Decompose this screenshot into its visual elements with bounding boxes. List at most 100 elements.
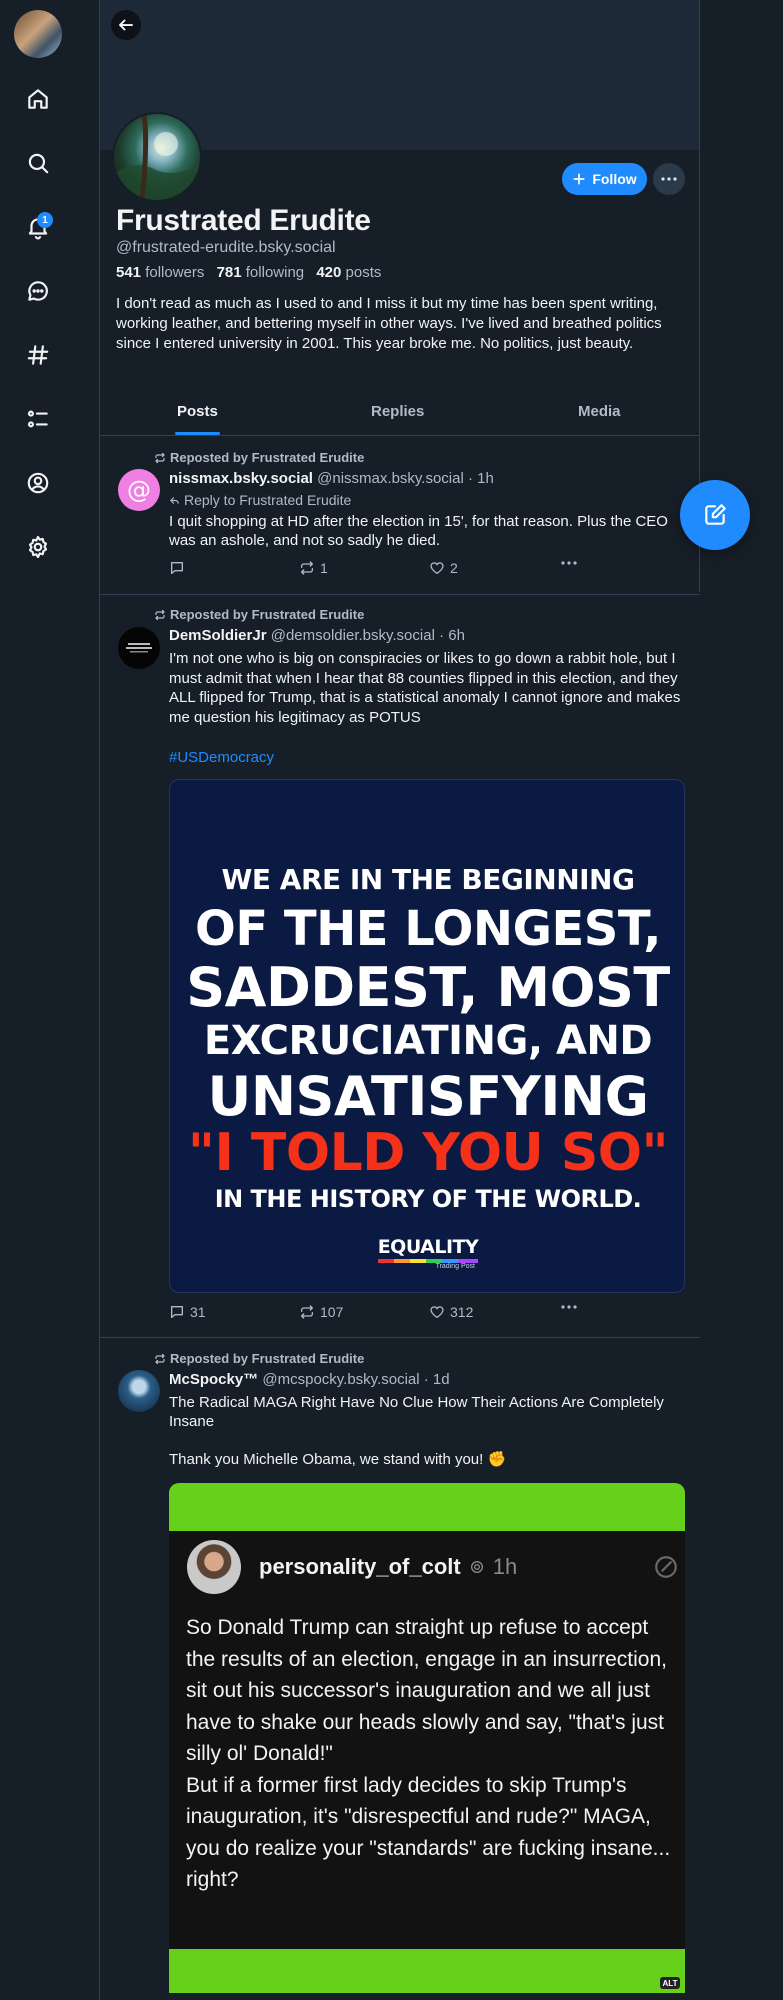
tab-posts[interactable]: Posts bbox=[177, 403, 218, 420]
threads-logo-icon bbox=[655, 1556, 677, 1578]
follow-label: Follow bbox=[592, 171, 637, 187]
comment-icon bbox=[171, 562, 183, 574]
posts-label: posts bbox=[345, 264, 382, 281]
repost-indicator[interactable]: Reposted by Frustrated Erudite bbox=[154, 607, 364, 622]
notification-badge: 1 bbox=[37, 212, 53, 228]
home-icon[interactable] bbox=[22, 83, 54, 115]
image-text-line: "I TOLD YOU SO" bbox=[187, 1123, 669, 1183]
post-author[interactable]: nissmax.bsky.social @nissmax.bsky.social… bbox=[169, 470, 494, 487]
embedded-time: 1h bbox=[492, 1554, 518, 1579]
repost-icon bbox=[155, 1353, 165, 1364]
compose-button[interactable] bbox=[680, 480, 750, 550]
search-icon[interactable] bbox=[22, 147, 54, 179]
ellipsis-icon bbox=[661, 177, 677, 181]
image-text-line: OF THE LONGEST, bbox=[195, 901, 661, 957]
reply-count: 31 bbox=[190, 1304, 206, 1320]
profile-handle: @frustrated-erudite.bsky.social bbox=[116, 239, 336, 256]
comment-icon bbox=[171, 1306, 183, 1318]
post-text: I'm not one who is big on conspiracies o… bbox=[169, 650, 681, 726]
back-button[interactable] bbox=[111, 10, 141, 40]
profile-display-name: Frustrated Erudite bbox=[116, 204, 371, 237]
profile-more-button[interactable] bbox=[653, 163, 685, 195]
my-avatar[interactable] bbox=[14, 10, 62, 58]
like-button[interactable]: 312 bbox=[429, 1304, 473, 1320]
post-text: The Radical MAGA Right Have No Clue How … bbox=[169, 1394, 664, 1468]
svg-text:@: @ bbox=[127, 476, 151, 504]
author-handle[interactable]: @mcspocky.bsky.social bbox=[262, 1371, 419, 1388]
posts-count: 420 bbox=[316, 264, 342, 281]
image-text-line: IN THE HISTORY OF THE WORLD. bbox=[214, 1185, 642, 1213]
heart-icon bbox=[430, 562, 444, 574]
repost-label: Reposted by Frustrated Erudite bbox=[170, 1351, 365, 1366]
post-image[interactable]: WE ARE IN THE BEGINNING OF THE LONGEST, … bbox=[169, 779, 685, 1293]
repost-label: Reposted by Frustrated Erudite bbox=[170, 607, 365, 622]
settings-icon[interactable] bbox=[22, 531, 54, 563]
followers-label[interactable]: followers bbox=[145, 264, 204, 281]
like-button[interactable]: 2 bbox=[429, 560, 458, 576]
tab-media[interactable]: Media bbox=[578, 403, 621, 420]
repost-indicator[interactable]: Reposted by Frustrated Erudite bbox=[154, 1351, 364, 1366]
chat-icon[interactable] bbox=[22, 275, 54, 307]
profile-tabs: Posts Replies Media bbox=[100, 394, 699, 436]
reply-arrow-icon bbox=[170, 496, 179, 504]
author-handle[interactable]: @nissmax.bsky.social bbox=[317, 470, 464, 487]
plus-icon bbox=[573, 173, 585, 185]
logo-text: EQUALITY bbox=[377, 1236, 479, 1258]
hashtag-icon[interactable] bbox=[22, 339, 54, 371]
at-sign-icon: @ bbox=[127, 476, 151, 504]
post-avatar[interactable] bbox=[118, 627, 160, 669]
post-time[interactable]: · 1h bbox=[468, 470, 494, 487]
hashtag-link[interactable]: #USDemocracy bbox=[169, 749, 274, 766]
active-tab-indicator bbox=[175, 432, 220, 435]
ellipsis-icon bbox=[561, 1305, 577, 1309]
like-count: 312 bbox=[450, 1304, 474, 1320]
like-count: 2 bbox=[450, 560, 458, 576]
post-avatar[interactable] bbox=[118, 1370, 160, 1412]
image-text-line: EXCRUCIATING, AND bbox=[203, 1018, 653, 1064]
post-divider bbox=[99, 1337, 700, 1338]
following-count[interactable]: 781 bbox=[217, 264, 242, 281]
post-author[interactable]: DemSoldierJr @demsoldier.bsky.social · 6… bbox=[169, 627, 465, 644]
embedded-author: personality_of_colt 1h bbox=[259, 1554, 517, 1580]
compose-icon bbox=[705, 504, 726, 525]
profile-icon[interactable] bbox=[22, 467, 54, 499]
logo-subtext: Trading Post bbox=[435, 1263, 475, 1270]
author-name[interactable]: McSpocky™ bbox=[169, 1371, 258, 1388]
post-more-button[interactable] bbox=[561, 561, 577, 565]
repost-button[interactable]: 107 bbox=[299, 1304, 343, 1320]
heart-icon bbox=[430, 1306, 444, 1318]
column-edge-mask bbox=[699, 592, 783, 2000]
author-name[interactable]: DemSoldierJr bbox=[169, 627, 267, 644]
post-image[interactable]: personality_of_colt 1h So Donald Trump c… bbox=[169, 1483, 685, 1993]
repost-count: 1 bbox=[320, 560, 328, 576]
repost-count: 107 bbox=[320, 1304, 344, 1320]
author-name[interactable]: nissmax.bsky.social bbox=[169, 470, 313, 487]
followers-count[interactable]: 541 bbox=[116, 264, 141, 281]
equality-logo: EQUALITY Trading Post bbox=[373, 1236, 483, 1270]
reply-indicator[interactable]: Reply to Frustrated Erudite bbox=[169, 492, 351, 508]
image-text-line: SADDEST, MOST bbox=[186, 956, 670, 1019]
repost-indicator[interactable]: Reposted by Frustrated Erudite bbox=[154, 450, 364, 465]
tab-replies[interactable]: Replies bbox=[371, 403, 424, 420]
repost-icon bbox=[155, 452, 165, 463]
profile-avatar[interactable] bbox=[112, 112, 202, 202]
post-time[interactable]: · 1d bbox=[424, 1371, 450, 1388]
author-handle[interactable]: @demsoldier.bsky.social bbox=[271, 627, 435, 644]
reply-button[interactable]: 31 bbox=[169, 1304, 206, 1320]
alt-badge[interactable]: ALT bbox=[660, 1977, 680, 1989]
follow-button[interactable]: Follow bbox=[562, 163, 647, 195]
reply-to-label: Reply to Frustrated Erudite bbox=[184, 492, 352, 508]
repost-icon bbox=[301, 561, 313, 575]
post-text: I quit shopping at HD after the election… bbox=[169, 513, 668, 549]
repost-icon bbox=[301, 1305, 313, 1319]
post-time[interactable]: · 6h bbox=[439, 627, 465, 644]
image-text-line: UNSATISFYING bbox=[207, 1065, 649, 1128]
embedded-author-name: personality_of_colt bbox=[259, 1554, 461, 1579]
list-icon[interactable] bbox=[22, 403, 54, 435]
repost-button[interactable]: 1 bbox=[299, 560, 328, 576]
following-label[interactable]: following bbox=[246, 264, 304, 281]
post-more-button[interactable] bbox=[561, 1305, 577, 1309]
post-author[interactable]: McSpocky™ @mcspocky.bsky.social · 1d bbox=[169, 1371, 450, 1388]
post-avatar[interactable]: @ bbox=[118, 469, 160, 511]
reply-button[interactable] bbox=[169, 560, 190, 576]
